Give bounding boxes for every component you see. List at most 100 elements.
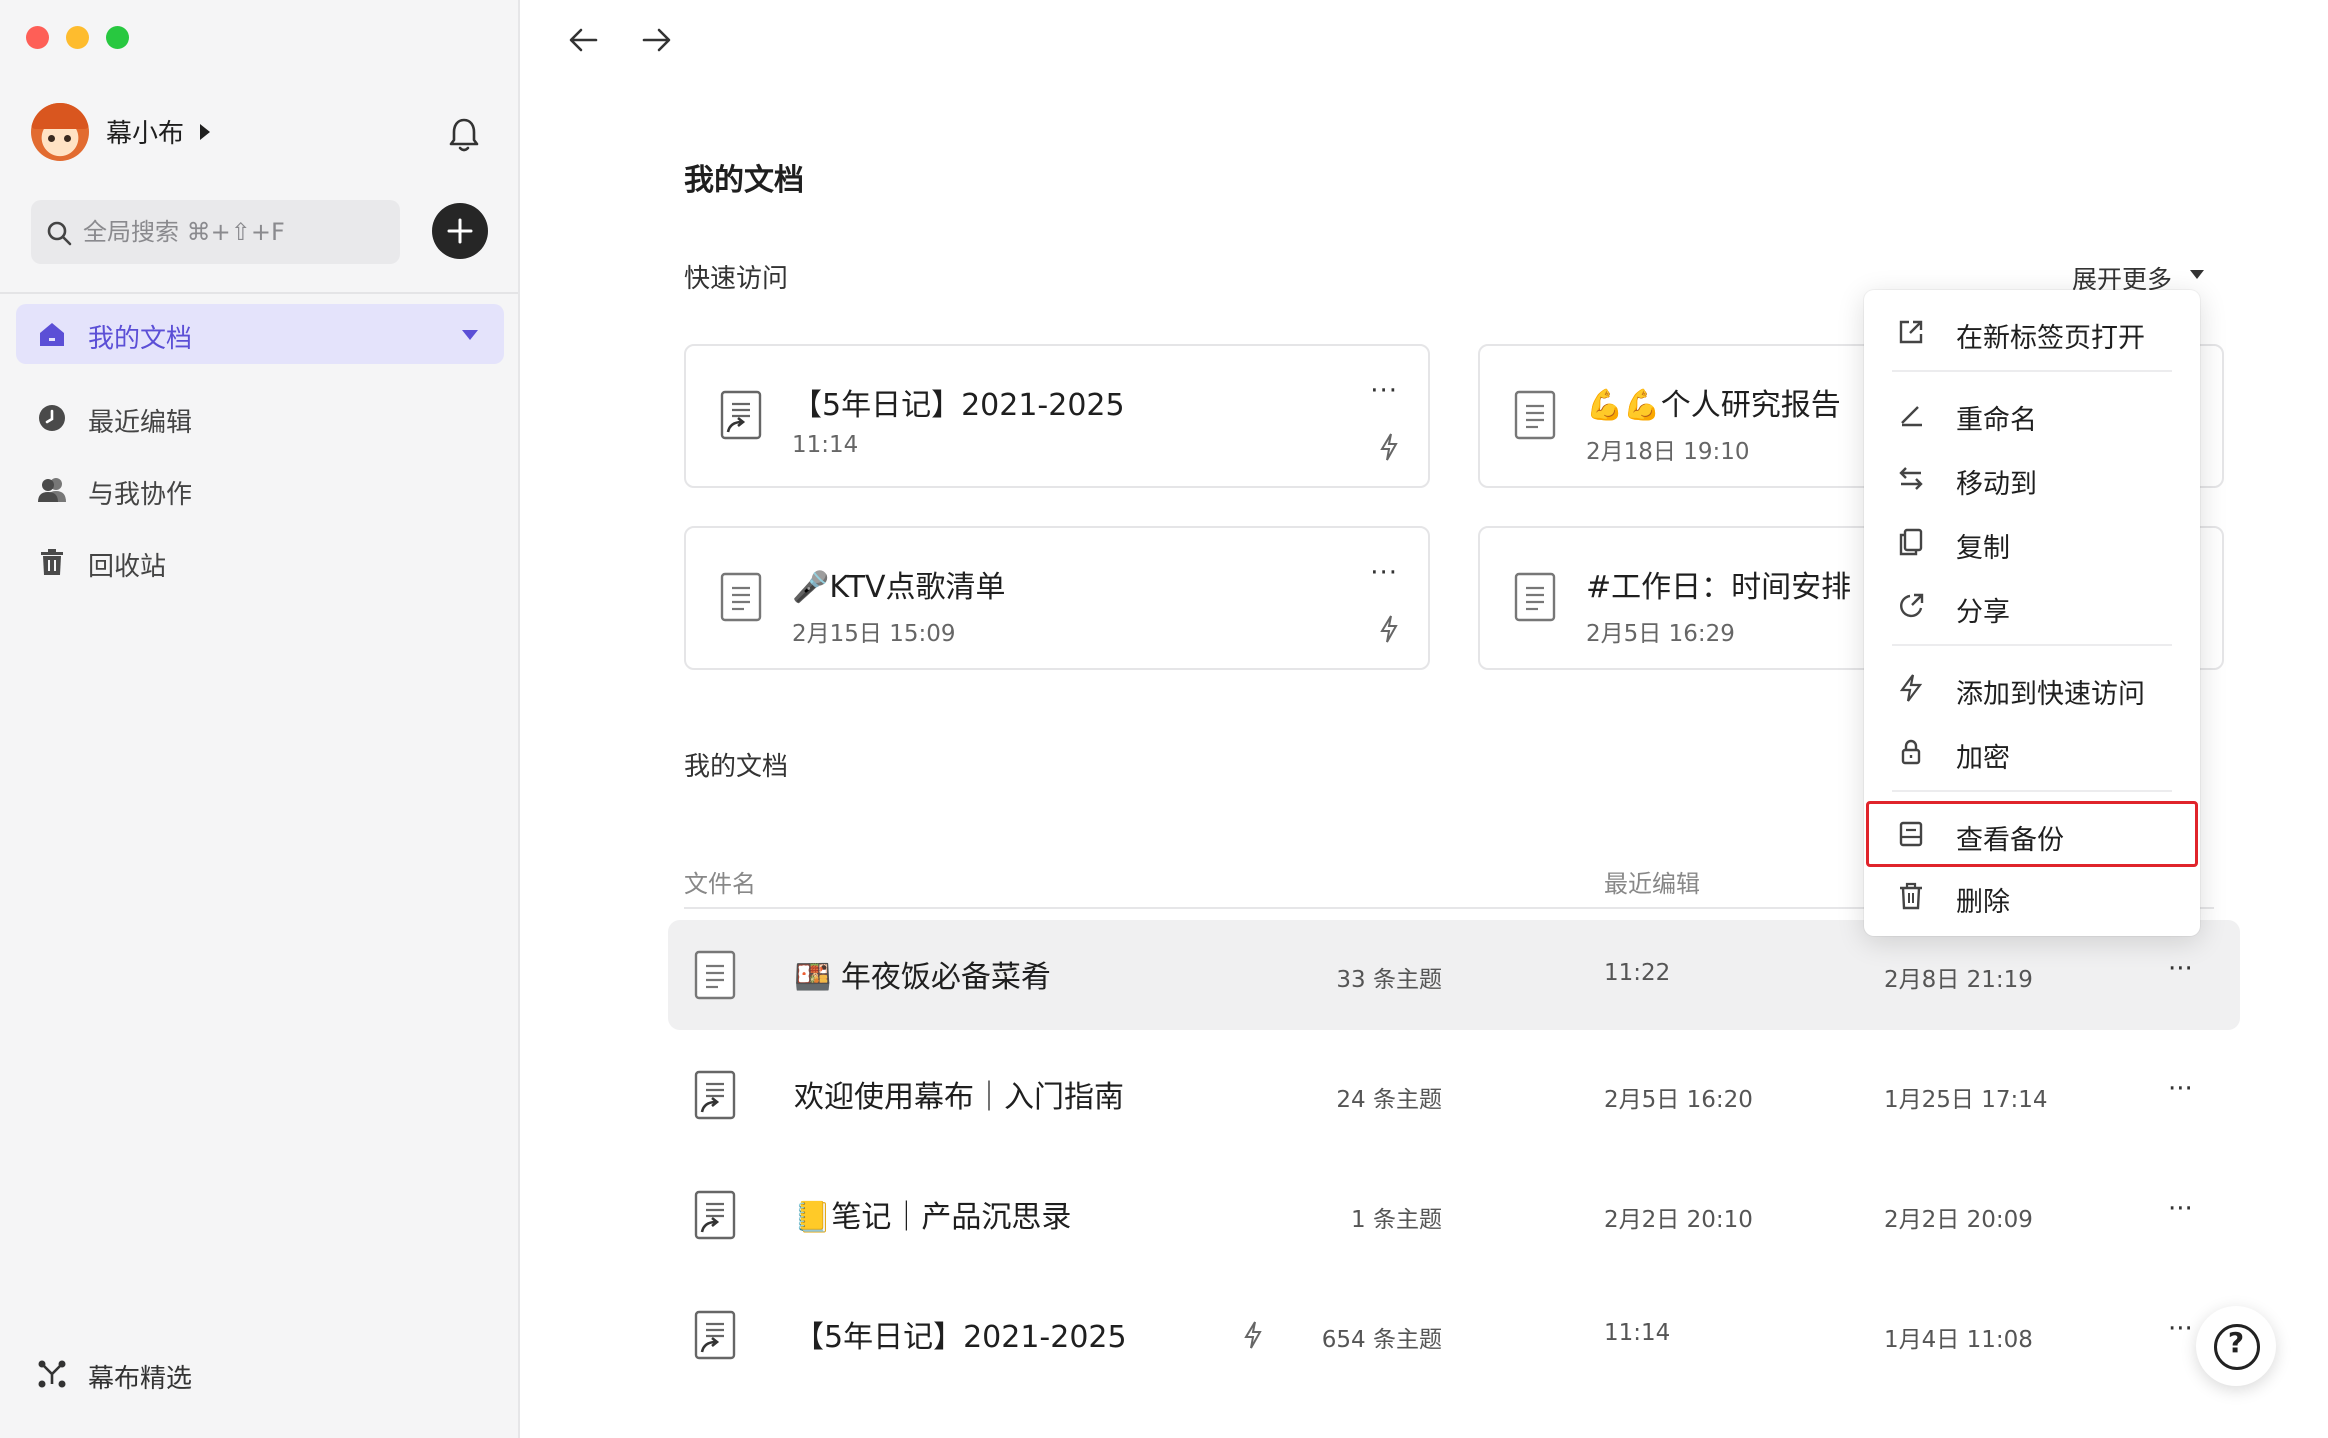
forward-arrow-icon[interactable] — [638, 22, 674, 58]
sidebar-item-label: 最近编辑 — [88, 408, 193, 438]
lock-icon — [1901, 739, 1921, 765]
menu-item-encrypt[interactable]: 加密 — [1864, 724, 2200, 780]
card-time: 11:14 — [792, 432, 859, 458]
menu-item-label: 复制 — [1956, 533, 2010, 564]
more-options-icon[interactable]: ··· — [2168, 954, 2193, 984]
avatar[interactable] — [31, 103, 89, 161]
menu-item-label: 删除 — [1956, 887, 2010, 918]
menu-item-rename[interactable]: 重命名 — [1864, 386, 2200, 442]
doc-link-icon — [694, 1070, 736, 1120]
card-title: 【5年日记】2021-2025 — [792, 388, 1125, 423]
topic-count: 654 条主题 — [1321, 1327, 1442, 1353]
topic-count: 33 条主题 — [1336, 967, 1442, 993]
more-options-icon[interactable]: ··· — [1370, 376, 1398, 406]
zoom-window-button[interactable] — [106, 26, 129, 49]
menu-item-view-backup[interactable]: 查看备份 — [1866, 801, 2198, 867]
more-options-icon[interactable]: ··· — [2168, 1074, 2193, 1104]
backup-icon — [1899, 821, 1923, 847]
menu-item-open-new-tab[interactable]: 在新标签页打开 — [1864, 304, 2200, 360]
bolt-icon — [1380, 433, 1398, 461]
menu-item-share[interactable]: 分享 — [1864, 578, 2200, 634]
menu-item-label: 加密 — [1956, 743, 2010, 774]
mindmap-icon — [38, 1360, 66, 1388]
context-menu: 在新标签页打开 重命名 移动到 复制 分享 添加到快速访问 加密 查看备份 删除 — [1864, 290, 2200, 936]
close-window-button[interactable] — [26, 26, 49, 49]
user-name[interactable]: 幕小布 — [106, 113, 184, 150]
add-document-button[interactable] — [432, 203, 488, 259]
doc-title: 📒笔记｜产品沉思录 — [794, 1200, 1072, 1235]
doc-icon — [1514, 390, 1556, 440]
quick-access-label: 快速访问 — [684, 264, 789, 294]
help-button[interactable]: ? — [2196, 1306, 2276, 1386]
menu-separator — [1892, 370, 2172, 372]
sidebar-item-collab[interactable]: 与我协作 — [16, 460, 504, 520]
sidebar-item-label: 回收站 — [88, 552, 167, 582]
sidebar-item-featured[interactable]: 幕布精选 — [16, 1344, 504, 1404]
column-header-edited[interactable]: 最近编辑 — [1604, 864, 1700, 899]
help-label: ? — [2227, 1326, 2245, 1359]
more-options-icon[interactable]: ··· — [1370, 558, 1398, 588]
menu-item-add-quick-access[interactable]: 添加到快速访问 — [1864, 660, 2200, 716]
card-time: 2月18日 19:10 — [1586, 439, 1750, 465]
search-icon — [47, 221, 72, 246]
menu-item-delete[interactable]: 删除 — [1864, 868, 2200, 924]
page-title: 我的文档 — [684, 163, 804, 198]
created-time: 2月2日 20:09 — [1884, 1207, 2033, 1233]
sidebar-item-label: 与我协作 — [88, 480, 193, 510]
quick-access-card[interactable]: 【5年日记】2021-2025 11:14 ··· — [684, 344, 1430, 488]
table-row[interactable]: 🍱 年夜饭必备菜肴 33 条主题 11:22 2月8日 21:19 ··· — [668, 920, 2240, 1030]
users-icon — [38, 478, 66, 502]
back-arrow-icon[interactable] — [566, 22, 602, 58]
column-header-name[interactable]: 文件名 — [684, 864, 756, 899]
card-title: 💪💪个人研究报告 — [1586, 388, 1841, 423]
edited-time: 2月5日 16:20 — [1604, 1087, 1753, 1113]
minimize-window-button[interactable] — [66, 26, 89, 49]
home-icon — [40, 323, 64, 346]
bolt-icon — [1380, 615, 1398, 643]
bolt-icon — [1244, 1321, 1262, 1349]
topic-count: 24 条主题 — [1336, 1087, 1442, 1113]
chevron-down-icon[interactable] — [2190, 270, 2204, 279]
doc-title: 【5年日记】2021-2025 — [794, 1320, 1127, 1355]
bolt-icon — [1899, 674, 1923, 702]
menu-item-label: 移动到 — [1956, 469, 2037, 500]
chevron-down-icon[interactable] — [462, 330, 478, 340]
card-time: 2月5日 16:29 — [1586, 621, 1735, 647]
menu-item-copy[interactable]: 复制 — [1864, 514, 2200, 570]
sidebar-item-my-docs[interactable]: 我的文档 — [16, 304, 504, 364]
global-search-input[interactable] — [31, 200, 400, 264]
trash-icon — [1900, 882, 1922, 910]
sidebar-item-recent[interactable]: 最近编辑 — [16, 388, 504, 448]
menu-item-label: 分享 — [1956, 597, 2010, 628]
card-title: 🎤KTV点歌清单 — [792, 570, 1006, 605]
edited-time: 2月2日 20:10 — [1604, 1207, 1753, 1233]
bell-icon[interactable] — [446, 116, 482, 154]
menu-item-label: 添加到快速访问 — [1956, 679, 2145, 710]
sidebar-divider — [0, 292, 518, 294]
menu-item-label: 查看备份 — [1956, 825, 2064, 856]
rename-icon — [1901, 406, 1922, 427]
doc-link-icon — [720, 390, 762, 440]
more-options-icon[interactable]: ··· — [2168, 1314, 2193, 1344]
edited-time: 11:22 — [1604, 960, 1671, 986]
plus-icon — [447, 218, 473, 244]
trash-icon — [41, 549, 63, 575]
table-row[interactable]: 📒笔记｜产品沉思录 1 条主题 2月2日 20:10 2月2日 20:09 ··… — [668, 1160, 2240, 1270]
doc-icon — [1514, 572, 1556, 622]
sidebar: 幕小布 我的文档 最近编辑 — [0, 0, 520, 1438]
more-options-icon[interactable]: ··· — [2168, 1194, 2193, 1224]
sidebar-item-trash[interactable]: 回收站 — [16, 532, 504, 592]
sidebar-footer-label: 幕布精选 — [88, 1364, 193, 1394]
doc-link-icon — [694, 1310, 736, 1360]
user-caret-icon[interactable] — [200, 124, 210, 140]
menu-item-label: 重命名 — [1956, 405, 2037, 436]
quick-access-card[interactable]: 🎤KTV点歌清单 2月15日 15:09 ··· — [684, 526, 1430, 670]
created-time: 2月8日 21:19 — [1884, 967, 2033, 993]
doc-link-icon — [694, 1190, 736, 1240]
table-row[interactable]: 【5年日记】2021-2025 654 条主题 11:14 1月4日 11:08… — [668, 1280, 2240, 1390]
menu-item-move[interactable]: 移动到 — [1864, 450, 2200, 506]
topic-count: 1 条主题 — [1351, 1207, 1442, 1233]
table-row[interactable]: 欢迎使用幕布｜入门指南 24 条主题 2月5日 16:20 1月25日 17:1… — [668, 1040, 2240, 1150]
created-time: 1月4日 11:08 — [1884, 1327, 2033, 1353]
created-time: 1月25日 17:14 — [1884, 1087, 2048, 1113]
